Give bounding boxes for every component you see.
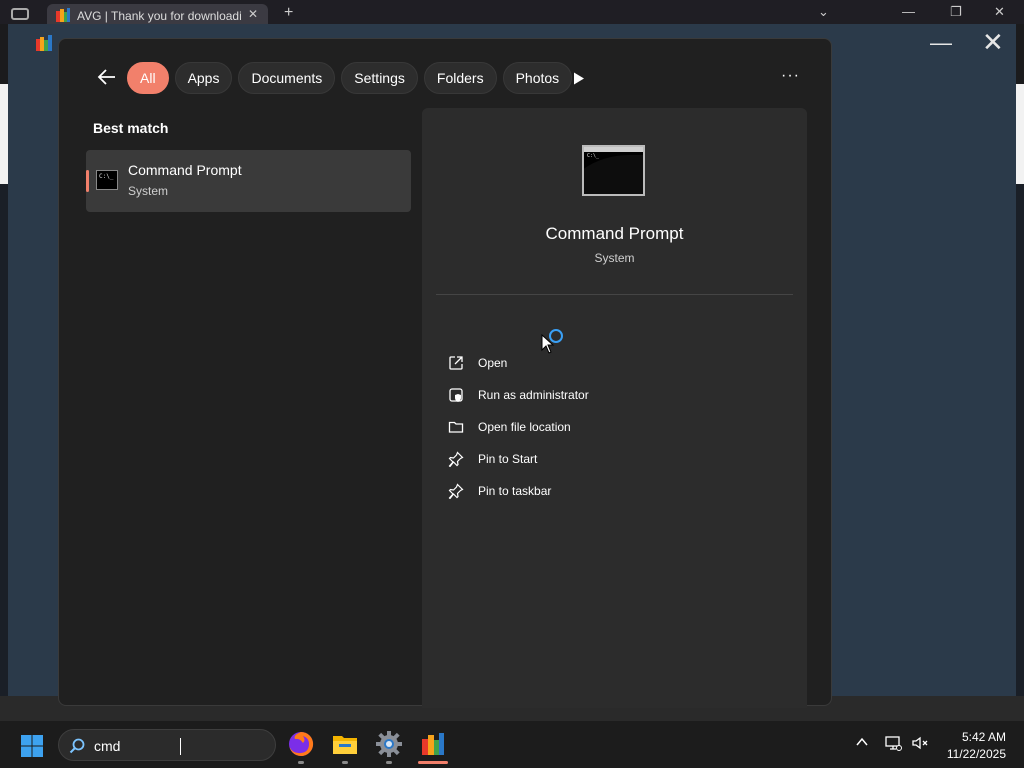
taskbar: 5:42 AM 11/22/2025 — [0, 720, 1024, 768]
browser-tab-title: AVG | Thank you for downloadi — [77, 9, 242, 23]
filter-photos[interactable]: Photos — [502, 62, 573, 94]
browser-minimize-button[interactable]: — — [902, 4, 915, 19]
filter-settings[interactable]: Settings — [341, 62, 418, 94]
page-edge-right — [1016, 84, 1024, 184]
settings-running-indicator — [386, 761, 392, 764]
avg-active-indicator — [418, 761, 448, 764]
action-pin-to-taskbar-label: Pin to taskbar — [478, 484, 552, 498]
taskbar-search-box[interactable] — [58, 729, 276, 761]
detail-title: Command Prompt — [545, 224, 684, 243]
action-open-label: Open — [478, 356, 508, 370]
browser-tab[interactable]: AVG | Thank you for downloadi ✕ — [47, 4, 268, 26]
command-prompt-icon: C:\_ — [96, 170, 118, 190]
browser-list-all-tabs-icon[interactable]: ⌄ — [818, 4, 829, 20]
browser-tab-strip: AVG | Thank you for downloadi ✕ + ⌄ — ❐ … — [0, 0, 1024, 26]
show-hidden-icons-chevron-icon[interactable] — [855, 735, 869, 749]
text-caret — [180, 738, 181, 755]
folder-icon — [448, 421, 464, 433]
page-edge-right-dark — [1016, 184, 1024, 696]
back-arrow-icon[interactable] — [95, 65, 119, 89]
clock-time[interactable]: 5:42 AM — [942, 730, 1006, 744]
action-open[interactable]: Open — [448, 352, 507, 374]
new-tab-button[interactable]: + — [284, 4, 293, 22]
open-external-icon — [449, 356, 463, 370]
file-explorer-icon[interactable] — [331, 730, 359, 758]
action-run-as-administrator[interactable]: Run as administrator — [448, 384, 589, 406]
action-pin-to-taskbar[interactable]: Pin to taskbar — [448, 480, 551, 502]
best-match-title: Command Prompt — [128, 162, 242, 178]
page-edge-left — [0, 84, 8, 184]
detail-subtitle: System — [594, 251, 635, 265]
command-prompt-large-icon-text: C:\_ — [587, 153, 600, 159]
pin-icon — [448, 451, 464, 467]
best-match-result[interactable]: C:\_ Command Prompt System — [86, 150, 411, 212]
firefox-icon[interactable] — [287, 730, 315, 758]
best-match-subtitle: System — [128, 184, 169, 198]
installer-minimize-button[interactable]: — — [930, 30, 952, 56]
action-run-as-administrator-label: Run as administrator — [478, 388, 589, 402]
volume-muted-icon[interactable] — [911, 734, 929, 752]
browser-restore-button[interactable]: ❐ — [950, 4, 962, 20]
tab-list-icon[interactable] — [11, 8, 29, 20]
mouse-cursor-icon — [541, 334, 555, 354]
search-filter-bar: All Apps Documents Settings Folders Phot… — [127, 62, 573, 94]
action-pin-to-start[interactable]: Pin to Start — [448, 448, 537, 470]
firefox-running-indicator — [298, 761, 304, 764]
clock-date[interactable]: 11/22/2025 — [942, 747, 1006, 761]
command-prompt-icon-text: C:\_ — [99, 173, 114, 180]
detail-divider — [436, 294, 793, 295]
action-open-file-location[interactable]: Open file location — [448, 416, 571, 438]
filter-folders[interactable]: Folders — [423, 62, 497, 94]
command-prompt-large-icon: C:\_ — [582, 145, 645, 196]
search-icon — [69, 738, 85, 754]
shield-admin-icon — [449, 388, 463, 402]
more-options-button[interactable]: ··· — [781, 67, 801, 87]
filter-all[interactable]: All — [127, 62, 169, 94]
detail-pane: C:\_ Command Prompt System Open Run as a… — [422, 108, 807, 708]
pin-icon — [448, 483, 464, 499]
browser-close-button[interactable]: ✕ — [994, 4, 1005, 20]
settings-gear-icon[interactable] — [375, 730, 403, 758]
tab-close-icon[interactable]: ✕ — [248, 7, 258, 21]
avg-logo-icon — [36, 35, 52, 51]
filter-apps[interactable]: Apps — [174, 62, 233, 94]
page-edge-left-dark — [0, 184, 8, 696]
action-pin-to-start-label: Pin to Start — [478, 452, 538, 466]
more-filters-play-icon[interactable] — [573, 72, 585, 85]
windows-start-icon[interactable] — [20, 734, 44, 758]
selection-indicator — [86, 170, 89, 192]
action-open-file-location-label: Open file location — [478, 420, 571, 434]
network-icon[interactable] — [884, 734, 902, 752]
avg-icon[interactable] — [419, 730, 447, 758]
avg-favicon-icon — [56, 8, 70, 22]
best-match-heading: Best match — [93, 120, 169, 136]
search-input[interactable] — [94, 735, 264, 757]
filter-documents[interactable]: Documents — [238, 62, 336, 94]
installer-close-button[interactable]: ✕ — [982, 27, 1004, 58]
explorer-running-indicator — [342, 761, 348, 764]
search-flyout: All Apps Documents Settings Folders Phot… — [58, 38, 832, 708]
